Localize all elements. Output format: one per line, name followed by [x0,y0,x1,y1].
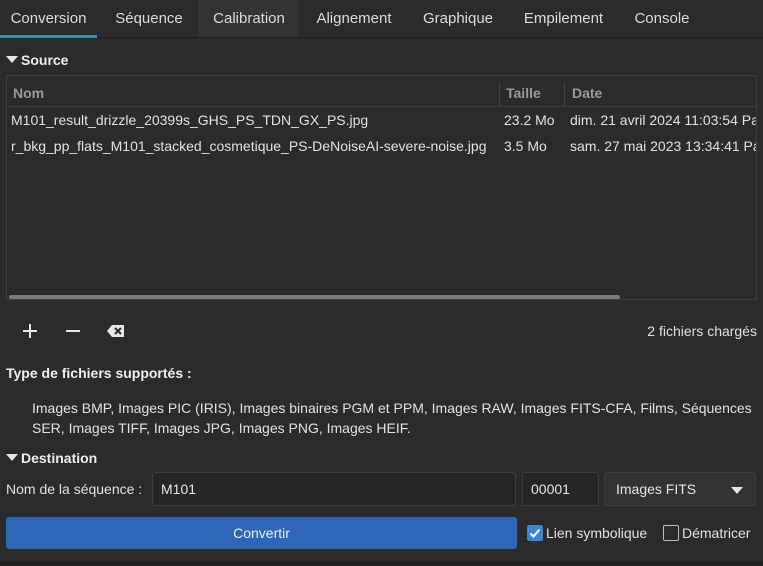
file-date: sam. 27 mai 2023 13:34:41 Pa [570,138,756,154]
tab-sequence[interactable]: Séquence [101,0,197,37]
collapse-triangle-icon [6,56,18,63]
bottom-divider [0,562,763,566]
column-divider[interactable] [499,82,500,106]
sequence-name-label: Nom de la séquence : [6,481,143,497]
clear-icon [107,325,124,337]
file-table: Nom Taille Date M101_result_drizzle_2039… [6,75,757,300]
destination-section-toggle[interactable]: Destination [6,450,97,466]
column-header-size[interactable]: Taille [506,76,541,106]
file-name: r_bkg_pp_flats_M101_stacked_cosmetique_P… [11,138,487,154]
file-size: 23.2 Mo [504,112,555,128]
remove-file-button[interactable] [62,320,84,342]
clear-list-button[interactable] [105,320,127,342]
convert-button[interactable]: Convertir [6,517,517,549]
files-loaded-count: 2 fichiers chargés [647,323,757,339]
symlink-label[interactable]: Lien symbolique [546,525,647,541]
debayer-checkbox[interactable] [663,525,679,541]
output-type-value: Images FITS [616,481,697,497]
symlink-checkbox[interactable] [527,525,543,541]
file-name: M101_result_drizzle_20399s_GHS_PS_TDN_GX… [11,112,369,128]
output-type-select[interactable]: Images FITS [604,472,756,506]
source-title: Source [21,52,69,68]
supported-types-title: Type de fichiers supportés : [6,365,192,381]
tab-empilement[interactable]: Empilement [511,0,616,37]
checkmark-icon [529,528,541,538]
column-header-date[interactable]: Date [572,76,602,106]
source-section-toggle[interactable]: Source [6,52,68,68]
plus-icon [23,324,37,338]
sequence-name-input[interactable]: M101 [152,472,516,506]
tab-graphique[interactable]: Graphique [410,0,506,37]
table-header: Nom Taille Date [7,76,756,107]
column-header-name[interactable]: Nom [13,76,44,106]
minus-icon [66,330,80,332]
chevron-down-icon [731,487,743,494]
tab-calibration[interactable]: Calibration [199,0,299,37]
debayer-label[interactable]: Dématricer [682,525,750,541]
column-divider[interactable] [564,82,565,106]
file-size: 3.5 Mo [504,138,547,154]
horizontal-scrollbar[interactable] [9,295,620,299]
tab-conversion[interactable]: Conversion [0,0,97,38]
supported-types-text: Images BMP, Images PIC (IRIS), Images bi… [32,400,752,436]
collapse-triangle-icon [6,454,18,461]
start-index-input[interactable]: 00001 [522,472,599,506]
file-date: dim. 21 avril 2024 11:03:54 Pa [570,112,756,128]
tab-console[interactable]: Console [622,0,702,37]
add-files-button[interactable] [19,320,41,342]
table-row[interactable]: M101_result_drizzle_20399s_GHS_PS_TDN_GX… [7,107,756,133]
tab-alignement[interactable]: Alignement [303,0,405,37]
tab-bar: Conversion Séquence Calibration Aligneme… [0,0,763,38]
destination-title: Destination [21,450,98,466]
table-row[interactable]: r_bkg_pp_flats_M101_stacked_cosmetique_P… [7,133,756,159]
